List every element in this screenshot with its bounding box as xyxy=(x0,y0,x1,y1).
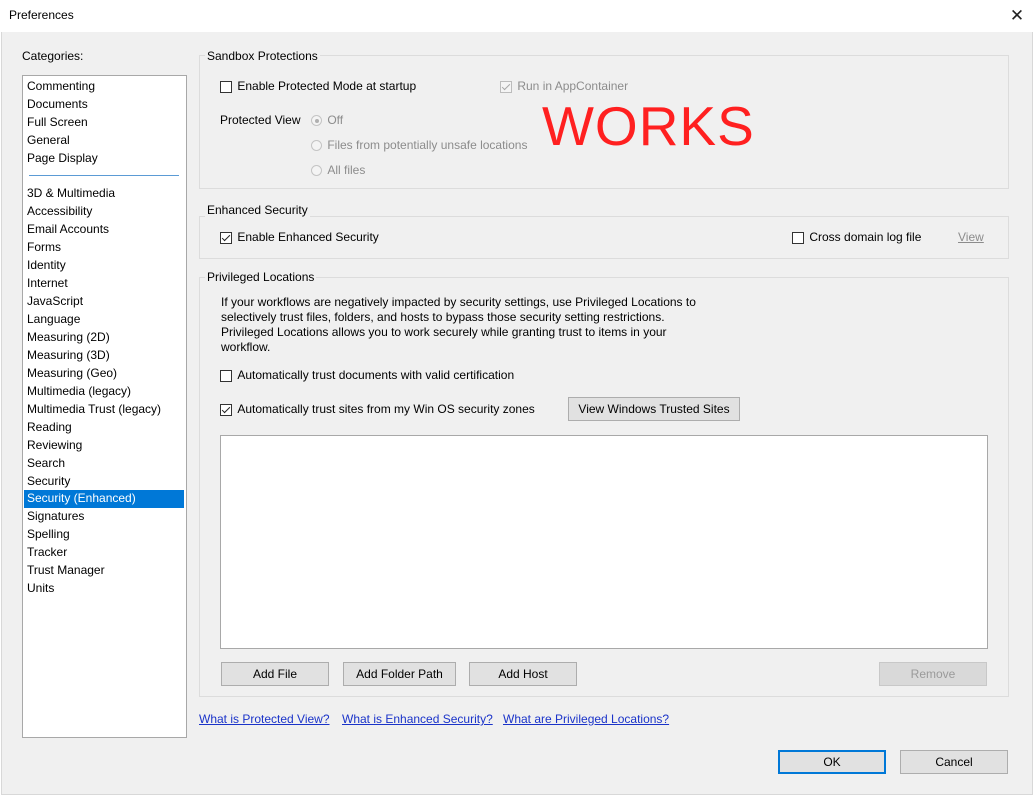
enable-enhanced-security-row[interactable]: Enable Enhanced Security xyxy=(220,230,379,244)
category-item-tracker[interactable]: Tracker xyxy=(24,544,184,562)
protected-view-option-unsafe: Files from potentially unsafe locations xyxy=(311,138,527,152)
category-item-reviewing[interactable]: Reviewing xyxy=(24,437,184,455)
category-item-search[interactable]: Search xyxy=(24,455,184,473)
run-in-appcontainer-row: Run in AppContainer xyxy=(500,79,628,93)
categories-label: Categories: xyxy=(22,49,84,63)
category-item-email-accounts[interactable]: Email Accounts xyxy=(24,221,184,239)
trust-win-zones-checkbox[interactable] xyxy=(220,403,232,416)
category-item-security-enhanced[interactable]: Security (Enhanced) xyxy=(24,490,184,508)
category-item-accessibility[interactable]: Accessibility xyxy=(24,203,184,221)
run-in-appcontainer-checkbox xyxy=(500,80,512,93)
category-item-measuring-2d[interactable]: Measuring (2D) xyxy=(24,329,184,347)
remove-button: Remove xyxy=(879,662,987,686)
privileged-locations-title: Privileged Locations xyxy=(205,270,317,284)
protected-view-all-label: All files xyxy=(327,163,366,177)
enable-protected-mode-label: Enable Protected Mode at startup xyxy=(237,79,417,93)
close-icon[interactable]: ✕ xyxy=(1004,4,1030,28)
trust-win-zones-label: Automatically trust sites from my Win OS… xyxy=(237,402,535,416)
category-item-commenting[interactable]: Commenting xyxy=(24,78,184,96)
cross-domain-log-label: Cross domain log file xyxy=(809,230,922,244)
description-line: workflow. xyxy=(221,340,271,354)
category-item-measuring-3d[interactable]: Measuring (3D) xyxy=(24,347,184,365)
categories-list[interactable]: Commenting Documents Full Screen General… xyxy=(22,75,187,738)
protected-view-option-off: Off xyxy=(311,113,343,127)
what-are-privileged-locations-link[interactable]: What are Privileged Locations? xyxy=(503,712,669,726)
ok-button[interactable]: OK xyxy=(778,750,886,774)
category-item-page-display[interactable]: Page Display xyxy=(24,150,184,168)
category-item-measuring-geo[interactable]: Measuring (Geo) xyxy=(24,365,184,383)
cross-domain-log-checkbox[interactable] xyxy=(792,231,804,244)
protected-view-off-label: Off xyxy=(327,113,344,127)
run-in-appcontainer-label: Run in AppContainer xyxy=(517,79,629,93)
category-item-multimedia-trust-legacy[interactable]: Multimedia Trust (legacy) xyxy=(24,401,184,419)
category-item-security[interactable]: Security xyxy=(24,473,184,491)
sandbox-protections-title: Sandbox Protections xyxy=(205,49,320,63)
category-item-general[interactable]: General xyxy=(24,132,184,150)
trust-certified-docs-row[interactable]: Automatically trust documents with valid… xyxy=(220,368,514,382)
cross-domain-log-row[interactable]: Cross domain log file xyxy=(792,230,921,244)
protected-view-unsafe-radio xyxy=(311,140,322,152)
enable-protected-mode-checkbox[interactable] xyxy=(220,80,232,93)
category-item-reading[interactable]: Reading xyxy=(24,419,184,437)
category-item-units[interactable]: Units xyxy=(24,580,184,598)
view-log-link[interactable]: View xyxy=(958,230,984,244)
enable-enhanced-security-checkbox[interactable] xyxy=(220,231,232,244)
enable-enhanced-security-label: Enable Enhanced Security xyxy=(237,230,379,244)
enable-protected-mode-row[interactable]: Enable Protected Mode at startup xyxy=(220,79,416,93)
privileged-locations-list[interactable] xyxy=(220,435,988,649)
description-line: If your workflows are negatively impacte… xyxy=(221,295,696,309)
what-is-enhanced-security-link[interactable]: What is Enhanced Security? xyxy=(342,712,493,726)
category-divider xyxy=(29,175,179,176)
category-item-documents[interactable]: Documents xyxy=(24,96,184,114)
category-item-full-screen[interactable]: Full Screen xyxy=(24,114,184,132)
category-item-language[interactable]: Language xyxy=(24,311,184,329)
category-item-internet[interactable]: Internet xyxy=(24,275,184,293)
protected-view-off-radio xyxy=(311,115,322,127)
trust-certified-docs-checkbox[interactable] xyxy=(220,369,232,382)
description-line: Privileged Locations allows you to work … xyxy=(221,325,667,339)
trust-win-zones-row[interactable]: Automatically trust sites from my Win OS… xyxy=(220,402,535,416)
category-item-trust-manager[interactable]: Trust Manager xyxy=(24,562,184,580)
category-item-signatures[interactable]: Signatures xyxy=(24,508,184,526)
view-windows-trusted-sites-button[interactable]: View Windows Trusted Sites xyxy=(568,397,740,421)
what-is-protected-view-link[interactable]: What is Protected View? xyxy=(199,712,330,726)
protected-view-all-radio xyxy=(311,165,322,177)
category-item-javascript[interactable]: JavaScript xyxy=(24,293,184,311)
trust-certified-docs-label: Automatically trust documents with valid… xyxy=(237,368,515,382)
protected-view-label: Protected View xyxy=(220,113,301,127)
category-item-3d-multimedia[interactable]: 3D & Multimedia xyxy=(24,185,184,203)
title-bar xyxy=(0,0,1033,32)
cancel-button[interactable]: Cancel xyxy=(900,750,1008,774)
protected-view-option-all: All files xyxy=(311,163,365,177)
category-item-identity[interactable]: Identity xyxy=(24,257,184,275)
enhanced-security-title: Enhanced Security xyxy=(205,203,310,217)
category-item-spelling[interactable]: Spelling xyxy=(24,526,184,544)
add-host-button[interactable]: Add Host xyxy=(469,662,577,686)
category-item-forms[interactable]: Forms xyxy=(24,239,184,257)
privileged-locations-description: If your workflows are negatively impacte… xyxy=(221,295,696,355)
add-file-button[interactable]: Add File xyxy=(221,662,329,686)
add-folder-path-button[interactable]: Add Folder Path xyxy=(343,662,456,686)
works-overlay-text: WORKS xyxy=(542,95,755,157)
description-line: selectively trust files, folders, and ho… xyxy=(221,310,665,324)
protected-view-unsafe-label: Files from potentially unsafe locations xyxy=(327,138,528,152)
category-item-multimedia-legacy[interactable]: Multimedia (legacy) xyxy=(24,383,184,401)
window-title: Preferences xyxy=(9,8,74,22)
